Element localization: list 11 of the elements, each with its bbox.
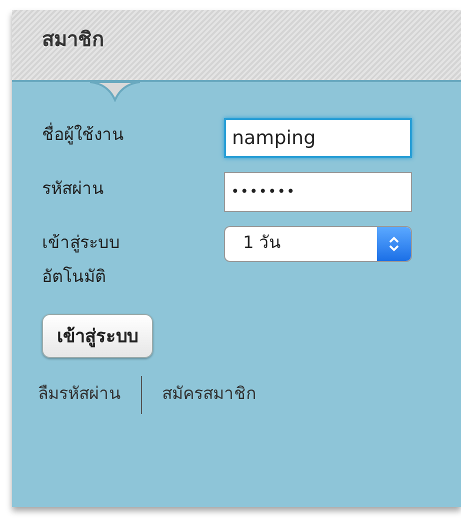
field-label: ชื่อผู้ใช้งาน [42, 118, 224, 152]
login-button[interactable]: เข้าสู่ระบบ [42, 314, 153, 358]
password-field[interactable]: ••••••• [224, 172, 412, 212]
link[interactable]: ลืมรหัสผ่าน [38, 382, 121, 408]
panel-title: สมาชิก [42, 27, 104, 51]
field-label: เข้าสู่ระบบอัตโนมัติ [42, 232, 121, 289]
updown-chevron-icon [388, 235, 400, 253]
duration-select[interactable]: 1 วัน [224, 226, 412, 262]
username-field[interactable]: namping [224, 118, 412, 158]
link[interactable]: สมัครสมาชิก [162, 382, 256, 408]
field-label: รหัสผ่าน [42, 178, 105, 201]
